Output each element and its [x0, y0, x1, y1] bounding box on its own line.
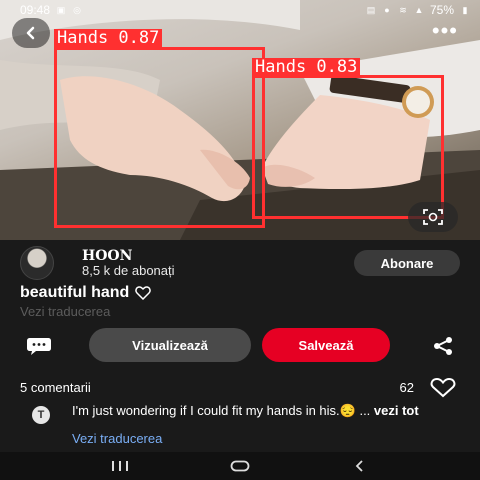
location-icon: ● — [384, 5, 390, 15]
visual-search-button[interactable] — [408, 202, 458, 232]
comment-body: I'm just wondering if I could fit my han… — [72, 403, 371, 418]
subscriber-count: 8,5 k de abonați — [82, 263, 175, 278]
lens-icon — [423, 209, 443, 225]
recent-apps-button[interactable] — [100, 456, 140, 476]
back-nav-button[interactable] — [340, 456, 380, 476]
detection-label-1: Hands 0.87 — [54, 29, 163, 48]
pin-title: beautiful hand — [20, 284, 130, 301]
share-icon[interactable] — [432, 336, 454, 356]
battery-percent: 75% — [429, 3, 454, 17]
status-bar: 09:48 ▣ ◎ ▤ ● ≋ ▲ 75% ▮ — [0, 0, 480, 20]
see-translation-link[interactable]: Vezi traducerea — [20, 304, 110, 319]
follow-button[interactable]: Abonare — [354, 250, 460, 276]
wifi-icon: ≋ — [399, 5, 407, 15]
action-row: Vizualizează Salvează — [0, 328, 480, 362]
avatar[interactable] — [20, 246, 54, 280]
home-icon — [230, 460, 250, 472]
heart-outline-icon[interactable] — [430, 378, 456, 398]
comment-icon[interactable] — [26, 336, 52, 356]
creator-name[interactable]: HOON — [82, 248, 132, 264]
comments-count[interactable]: 5 comentarii — [20, 380, 91, 395]
status-time: 09:48 — [20, 3, 51, 17]
detection-box-1 — [54, 47, 265, 228]
commenter-avatar[interactable]: T — [32, 406, 50, 424]
save-button[interactable]: Salvează — [262, 328, 390, 362]
recents-icon — [112, 461, 128, 471]
likes-count: 62 — [399, 380, 414, 395]
home-button[interactable] — [220, 456, 260, 476]
comment-translate-link[interactable]: Vezi traducerea — [72, 431, 162, 446]
more-options-icon[interactable]: ••• — [432, 20, 458, 42]
detection-box-2 — [252, 75, 444, 219]
detection-label-2: Hands 0.83 — [252, 58, 361, 77]
back-arrow-icon — [355, 460, 363, 472]
back-button[interactable] — [12, 18, 50, 48]
whatsapp-icon: ◎ — [73, 5, 81, 15]
signal-icon: ▲ — [414, 5, 424, 15]
battery-icon: ▮ — [462, 5, 468, 15]
comment-text: I'm just wondering if I could fit my han… — [72, 402, 472, 419]
heart-outline-icon[interactable] — [135, 286, 152, 300]
pin-title-row: beautiful hand — [20, 284, 152, 302]
system-nav-bar — [0, 452, 480, 480]
chevron-left-icon — [26, 26, 35, 40]
comments-header: 5 comentarii 62 — [20, 378, 460, 400]
view-button[interactable]: Vizualizează — [89, 328, 251, 362]
creator-profile[interactable]: HOON 8,5 k de abonați Abonare — [20, 246, 460, 280]
see-more-link[interactable]: vezi tot — [374, 403, 419, 418]
image-icon: ▣ — [56, 5, 66, 15]
vpn-icon: ▤ — [366, 5, 376, 15]
